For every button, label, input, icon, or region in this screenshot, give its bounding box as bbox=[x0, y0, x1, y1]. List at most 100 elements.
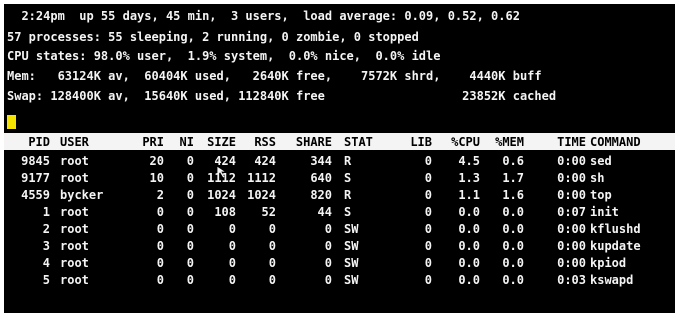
process-row-0-ni: 0 bbox=[186, 154, 194, 168]
process-row-4-pid: 2 bbox=[42, 222, 50, 236]
process-row-1-mem: 1.7 bbox=[502, 171, 524, 185]
process-row-2-user: bycker bbox=[60, 188, 104, 202]
process-row-2-mem: 1.6 bbox=[502, 188, 524, 202]
process-row-2-stat: R bbox=[344, 188, 352, 202]
column-header-pri: PRI bbox=[142, 135, 164, 149]
process-row-6-stat: SW bbox=[344, 256, 359, 270]
process-row-2-share: 820 bbox=[310, 188, 332, 202]
process-row-6-size: 0 bbox=[228, 256, 236, 270]
process-row-6-lib: 0 bbox=[424, 256, 432, 270]
process-row-6-pri: 0 bbox=[156, 256, 164, 270]
process-row-7-time: 0:03 bbox=[557, 273, 586, 287]
memory-line: Mem: 63124K av, 60404K used, 2640K free,… bbox=[7, 69, 542, 83]
process-row-1-rss: 1112 bbox=[247, 171, 276, 185]
process-row-7-cpu: 0.0 bbox=[458, 273, 480, 287]
process-row-1-command: sh bbox=[590, 171, 605, 185]
column-header-cpu: %CPU bbox=[451, 135, 480, 149]
process-row-5-cpu: 0.0 bbox=[458, 239, 480, 253]
process-row-7-user: root bbox=[60, 273, 89, 287]
column-header-lib: LIB bbox=[410, 135, 432, 149]
process-row-3-size: 108 bbox=[214, 205, 236, 219]
terminal-screen[interactable]: 2:24pm up 55 days, 45 min, 3 users, load… bbox=[4, 4, 675, 313]
process-row-3-mem: 0.0 bbox=[502, 205, 524, 219]
process-row-2-size: 1024 bbox=[207, 188, 236, 202]
process-row-1-cpu: 1.3 bbox=[458, 171, 480, 185]
process-row-0-cpu: 4.5 bbox=[458, 154, 480, 168]
process-row-3-user: root bbox=[60, 205, 89, 219]
process-row-0-command: sed bbox=[590, 154, 612, 168]
process-row-3-cpu: 0.0 bbox=[458, 205, 480, 219]
process-row-4-user: root bbox=[60, 222, 89, 236]
process-row-3-pri: 0 bbox=[156, 205, 164, 219]
process-row-0-time: 0:00 bbox=[557, 154, 586, 168]
process-row-4-lib: 0 bbox=[424, 222, 432, 236]
process-row-6-rss: 0 bbox=[268, 256, 276, 270]
process-row-5-pid: 3 bbox=[42, 239, 50, 253]
process-row-3-pid: 1 bbox=[42, 205, 50, 219]
process-row-2-lib: 0 bbox=[424, 188, 432, 202]
process-row-3-ni: 0 bbox=[186, 205, 194, 219]
process-row-6-command: kpiod bbox=[590, 256, 627, 270]
cpu-states-line: CPU states: 98.0% user, 1.9% system, 0.0… bbox=[7, 49, 441, 63]
process-row-6-cpu: 0.0 bbox=[458, 256, 480, 270]
process-row-7-lib: 0 bbox=[424, 273, 432, 287]
column-header-ni: NI bbox=[179, 135, 194, 149]
process-row-5-pri: 0 bbox=[156, 239, 164, 253]
process-row-7-mem: 0.0 bbox=[502, 273, 524, 287]
column-header-rss: RSS bbox=[254, 135, 276, 149]
process-row-4-stat: SW bbox=[344, 222, 359, 236]
process-row-1-pid: 9177 bbox=[21, 171, 50, 185]
process-row-1-pri: 10 bbox=[149, 171, 164, 185]
process-row-1-ni: 0 bbox=[186, 171, 194, 185]
process-row-2-ni: 0 bbox=[186, 188, 194, 202]
process-row-5-stat: SW bbox=[344, 239, 359, 253]
column-header-mem: %MEM bbox=[495, 135, 524, 149]
process-row-3-time: 0:07 bbox=[557, 205, 586, 219]
column-header-time: TIME bbox=[557, 135, 586, 149]
process-row-1-user: root bbox=[60, 171, 89, 185]
process-row-0-user: root bbox=[60, 154, 89, 168]
process-row-0-size: 424 bbox=[214, 154, 236, 168]
process-row-0-share: 344 bbox=[310, 154, 332, 168]
column-header-stat: STAT bbox=[344, 135, 373, 149]
process-row-4-time: 0:00 bbox=[557, 222, 586, 236]
process-row-3-command: init bbox=[590, 205, 619, 219]
process-row-0-lib: 0 bbox=[424, 154, 432, 168]
process-row-7-command: kswapd bbox=[590, 273, 634, 287]
swap-line: Swap: 128400K av, 15640K used, 112840K f… bbox=[7, 89, 557, 103]
process-row-2-pid: 4559 bbox=[21, 188, 50, 202]
process-row-2-cpu: 1.1 bbox=[458, 188, 480, 202]
process-row-0-mem: 0.6 bbox=[502, 154, 524, 168]
process-row-4-share: 0 bbox=[324, 222, 332, 236]
column-header-command: COMMAND bbox=[590, 135, 641, 149]
process-row-3-stat: S bbox=[344, 205, 352, 219]
process-row-3-rss: 52 bbox=[261, 205, 276, 219]
process-row-4-ni: 0 bbox=[186, 222, 194, 236]
process-row-5-time: 0:00 bbox=[557, 239, 586, 253]
process-row-5-mem: 0.0 bbox=[502, 239, 524, 253]
process-row-5-rss: 0 bbox=[268, 239, 276, 253]
process-row-7-pid: 5 bbox=[42, 273, 50, 287]
process-row-1-time: 0:00 bbox=[557, 171, 586, 185]
uptime-line: 2:24pm up 55 days, 45 min, 3 users, load… bbox=[7, 9, 520, 23]
process-row-4-mem: 0.0 bbox=[502, 222, 524, 236]
process-row-6-user: root bbox=[60, 256, 89, 270]
process-row-2-rss: 1024 bbox=[247, 188, 276, 202]
processes-line: 57 processes: 55 sleeping, 2 running, 0 … bbox=[7, 30, 419, 44]
process-row-5-user: root bbox=[60, 239, 89, 253]
process-row-0-pri: 20 bbox=[149, 154, 164, 168]
process-row-4-command: kflushd bbox=[590, 222, 641, 236]
process-row-7-rss: 0 bbox=[268, 273, 276, 287]
process-row-7-share: 0 bbox=[324, 273, 332, 287]
process-row-6-ni: 0 bbox=[186, 256, 194, 270]
process-row-4-rss: 0 bbox=[268, 222, 276, 236]
process-row-3-lib: 0 bbox=[424, 205, 432, 219]
column-header-pid: PID bbox=[28, 135, 50, 149]
process-row-5-command: kupdate bbox=[590, 239, 641, 253]
process-row-5-share: 0 bbox=[324, 239, 332, 253]
process-row-6-time: 0:00 bbox=[557, 256, 586, 270]
process-row-4-pri: 0 bbox=[156, 222, 164, 236]
process-row-5-size: 0 bbox=[228, 239, 236, 253]
column-header-share: SHARE bbox=[295, 135, 332, 149]
process-row-6-pid: 4 bbox=[42, 256, 50, 270]
